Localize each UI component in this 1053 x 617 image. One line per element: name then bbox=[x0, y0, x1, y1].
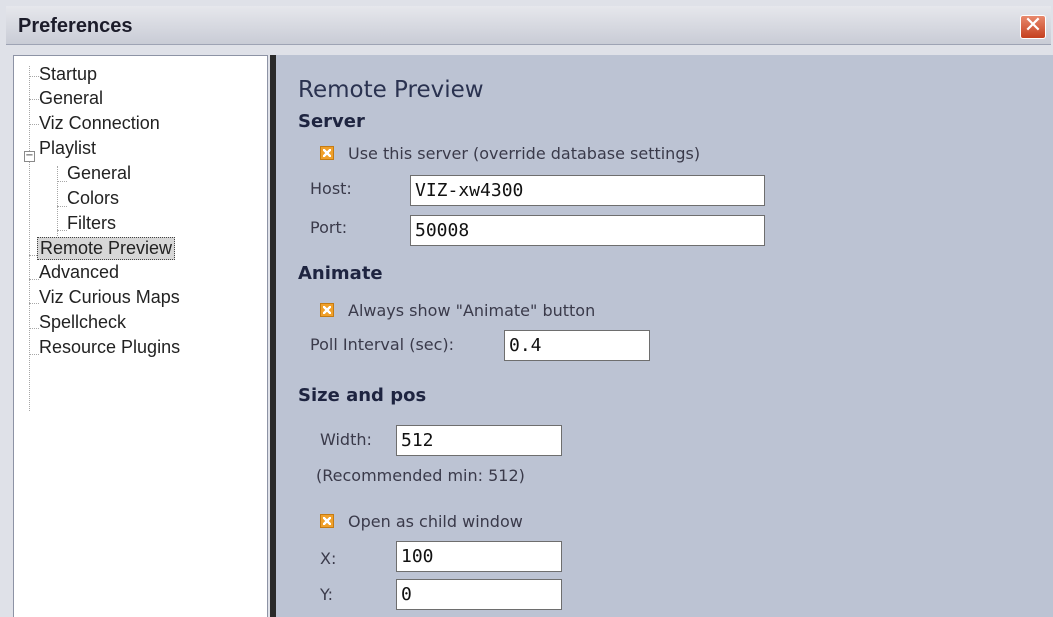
y-label: Y: bbox=[320, 585, 334, 604]
close-button[interactable]: ✕ bbox=[1020, 15, 1046, 39]
tree-branch bbox=[29, 124, 39, 125]
port-label: Port: bbox=[310, 218, 348, 237]
preferences-tree: − Startup General Viz Connection Playlis… bbox=[13, 55, 268, 617]
tree-item-viz-connection[interactable]: Viz Connection bbox=[39, 113, 160, 134]
tree-branch bbox=[29, 354, 39, 355]
tree-line-main bbox=[29, 66, 30, 411]
tree-item-spellcheck[interactable]: Spellcheck bbox=[39, 312, 126, 333]
tree-line-playlist bbox=[57, 166, 58, 236]
width-label: Width: bbox=[320, 430, 372, 449]
tree-item-advanced[interactable]: Advanced bbox=[39, 262, 119, 283]
tree-item-playlist[interactable]: Playlist bbox=[39, 138, 96, 159]
tree-item-resource-plugins[interactable]: Resource Plugins bbox=[39, 337, 180, 358]
recommended-min-text: (Recommended min: 512) bbox=[316, 466, 525, 485]
x-input[interactable] bbox=[396, 541, 562, 572]
tree-branch bbox=[57, 230, 67, 231]
close-icon: ✕ bbox=[1023, 13, 1043, 38]
tree-item-playlist-filters[interactable]: Filters bbox=[67, 213, 116, 234]
playlist-collapse-icon[interactable]: − bbox=[24, 151, 35, 162]
host-input[interactable] bbox=[410, 175, 765, 206]
tree-item-remote-preview[interactable]: Remote Preview bbox=[37, 237, 176, 260]
always-show-animate-checkbox[interactable] bbox=[320, 303, 334, 317]
tree-branch bbox=[29, 303, 39, 304]
poll-interval-label: Poll Interval (sec): bbox=[310, 335, 455, 354]
server-heading: Server bbox=[298, 111, 365, 132]
size-pos-heading: Size and pos bbox=[298, 385, 427, 406]
animate-heading: Animate bbox=[298, 263, 383, 284]
tree-item-startup[interactable]: Startup bbox=[39, 64, 97, 85]
poll-interval-input[interactable] bbox=[504, 330, 650, 361]
tree-branch bbox=[29, 76, 39, 77]
tree-branch bbox=[57, 181, 67, 182]
tree-item-playlist-colors[interactable]: Colors bbox=[67, 188, 119, 209]
tree-branch bbox=[29, 99, 39, 100]
y-input[interactable] bbox=[396, 579, 562, 610]
tree-item-general[interactable]: General bbox=[39, 88, 103, 109]
preferences-window: Preferences ✕ − Startup General Viz Conn… bbox=[0, 0, 1053, 617]
open-child-window-checkbox[interactable] bbox=[320, 514, 334, 528]
always-show-animate-label: Always show "Animate" button bbox=[348, 301, 596, 320]
host-label: Host: bbox=[310, 179, 352, 198]
panel-title: Remote Preview bbox=[298, 77, 484, 103]
tree-item-viz-curious-maps[interactable]: Viz Curious Maps bbox=[39, 287, 180, 308]
width-input[interactable] bbox=[396, 425, 562, 456]
use-server-label: Use this server (override database setti… bbox=[348, 144, 701, 163]
port-input[interactable] bbox=[410, 215, 765, 246]
remote-preview-panel: Remote Preview Server Use this server (o… bbox=[276, 55, 1053, 617]
open-child-window-label: Open as child window bbox=[348, 512, 523, 531]
tree-item-playlist-general[interactable]: General bbox=[67, 163, 131, 184]
x-label: X: bbox=[320, 549, 337, 568]
title-bar[interactable]: Preferences ✕ bbox=[6, 6, 1051, 45]
use-server-checkbox[interactable] bbox=[320, 146, 334, 160]
tree-branch bbox=[29, 328, 39, 329]
window-title: Preferences bbox=[18, 15, 133, 37]
tree-branch bbox=[57, 206, 67, 207]
tree-branch bbox=[29, 279, 39, 280]
